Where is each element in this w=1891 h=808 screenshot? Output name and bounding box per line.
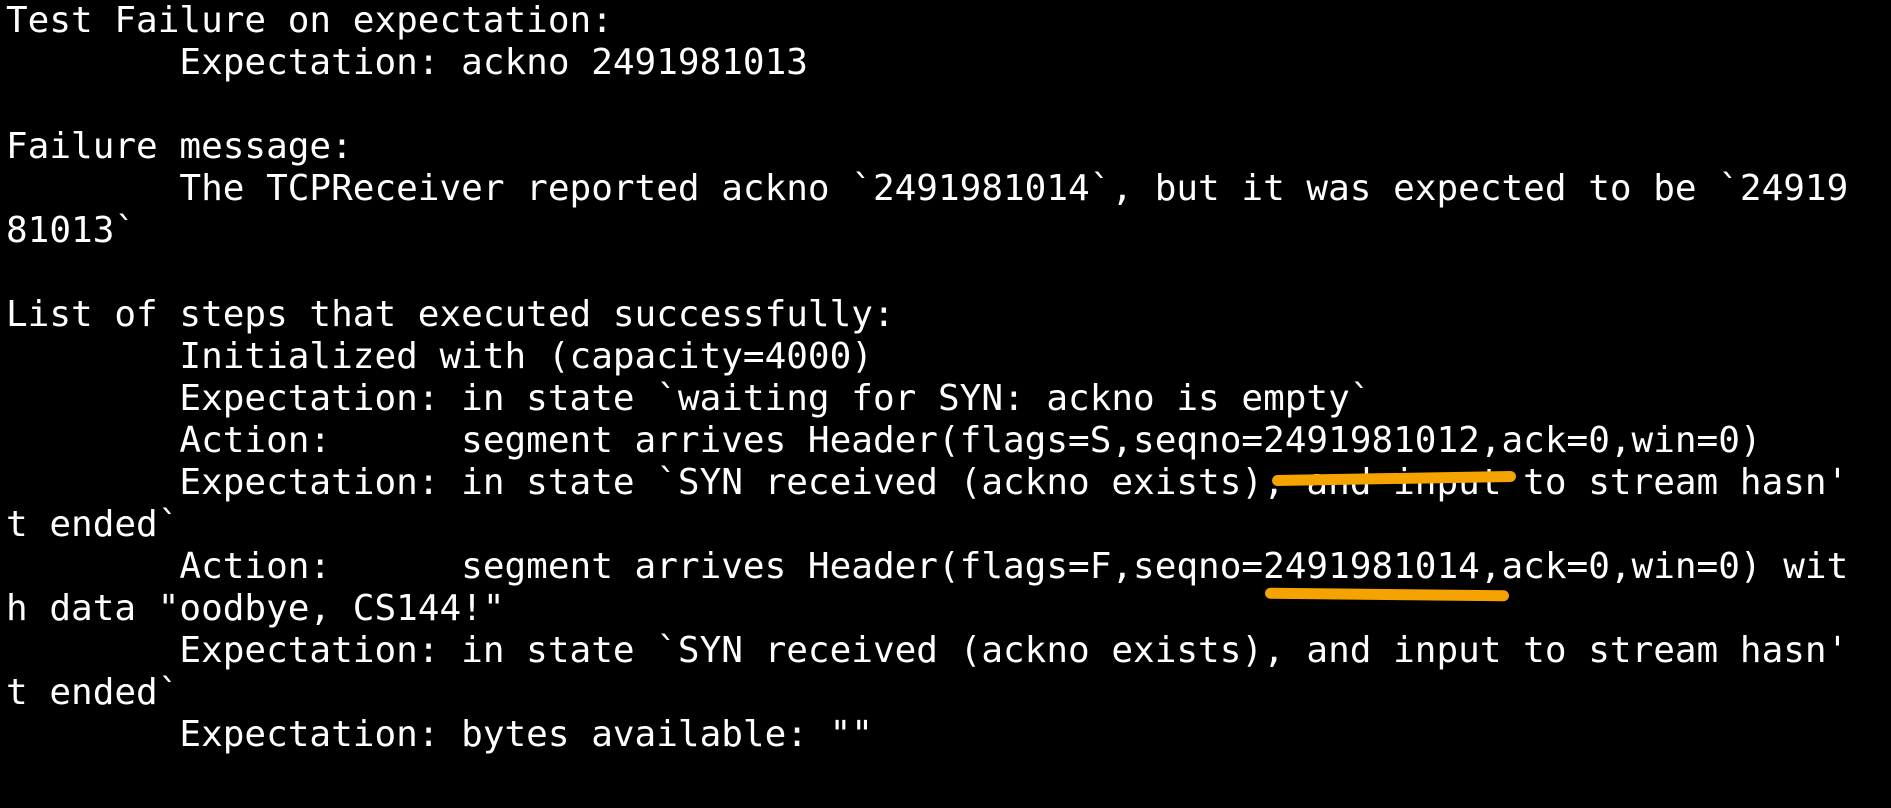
terminal-line-14: Action: segment arrives Header(flags=F,s… — [6, 546, 1849, 587]
terminal-line-15: h data "oodbye, CS144!" — [6, 588, 505, 629]
terminal-line-5: The TCPReceiver reported ackno `24919810… — [6, 168, 1849, 209]
terminal-line-16: Expectation: in state `SYN received (ack… — [6, 630, 1849, 671]
terminal-line-9: Initialized with (capacity=4000) — [6, 336, 873, 377]
terminal-line-10: Expectation: in state `waiting for SYN: … — [6, 378, 1372, 419]
terminal-line-13: t ended` — [6, 504, 180, 545]
highlight-underline-seqno-2 — [1264, 587, 1510, 602]
terminal-line-12: Expectation: in state `SYN received (ack… — [6, 462, 1849, 503]
terminal-line-18: Expectation: bytes available: "" — [6, 714, 873, 755]
terminal-window[interactable]: Test Failure on expectation: Expectation… — [0, 0, 1891, 808]
terminal-line-1: Test Failure on expectation: — [6, 0, 613, 41]
terminal-line-11: Action: segment arrives Header(flags=S,s… — [6, 420, 1762, 461]
terminal-line-17: t ended` — [6, 672, 180, 713]
terminal-line-8: List of steps that executed successfully… — [6, 294, 895, 335]
terminal-line-6: 81013` — [6, 210, 137, 251]
terminal-line-4: Failure message: — [6, 126, 353, 167]
terminal-line-2: Expectation: ackno 2491981013 — [6, 42, 808, 83]
